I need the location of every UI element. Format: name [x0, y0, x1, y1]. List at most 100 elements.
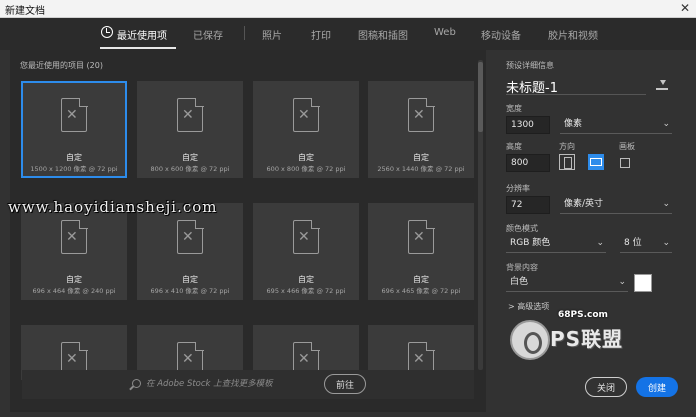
recent-item-size: 696 x 465 像素 @ 72 ppi	[381, 287, 461, 295]
pen-nib-icon: ✕	[66, 351, 78, 367]
chevron-down-icon: ⌄	[618, 277, 626, 287]
width-label: 宽度	[506, 104, 522, 113]
artboard-checkbox[interactable]	[620, 158, 630, 168]
tab-separator	[244, 26, 245, 40]
pen-nib-icon: ✕	[298, 107, 310, 123]
document-icon: ✕	[61, 219, 88, 254]
document-icon: ✕	[293, 219, 320, 254]
preset-details-header: 预设详细信息	[506, 61, 554, 70]
active-tab-indicator	[100, 47, 176, 49]
document-icon: ✕	[61, 97, 88, 132]
tab-web[interactable]: Web	[434, 27, 456, 38]
portrait-orientation-icon[interactable]	[559, 154, 575, 170]
recent-item-name: 自定	[413, 153, 429, 162]
bit-depth-value: 8 位	[624, 238, 642, 248]
recent-item-size: 2560 x 1440 像素 @ 72 ppi	[377, 165, 465, 173]
color-mode-select[interactable]: RGB 颜色 ⌄	[506, 235, 606, 253]
logo-name-text: PS联盟	[550, 327, 624, 351]
document-icon: ✕	[293, 97, 320, 132]
resolution-label: 分辨率	[506, 184, 530, 193]
pen-nib-icon: ✕	[298, 351, 310, 367]
chevron-down-icon: ⌄	[596, 238, 604, 248]
category-tabs: 最近使用项 已保存 照片 打印 图稿和插图 Web 移动设备 胶片和视频	[0, 18, 696, 50]
chevron-down-icon: ⌄	[662, 119, 670, 129]
width-unit-select[interactable]: 像素 ⌄	[560, 116, 672, 134]
save-preset-icon[interactable]	[656, 80, 668, 90]
recent-item-card[interactable]: ✕ 自定 696 x 465 像素 @ 72 ppi	[368, 203, 474, 300]
tab-saved[interactable]: 已保存	[193, 27, 223, 42]
color-mode-value: RGB 颜色	[510, 238, 551, 248]
background-color-swatch[interactable]	[634, 274, 652, 292]
recent-item-card[interactable]: ✕ 自定 696 x 410 像素 @ 72 ppi	[137, 203, 243, 300]
tab-mobile[interactable]: 移动设备	[481, 27, 521, 42]
recent-scrollbar-thumb[interactable]	[478, 62, 483, 132]
window-title: 新建文档	[5, 6, 45, 17]
close-icon[interactable]: ✕	[680, 1, 690, 15]
recent-item-card[interactable]: ✕ 自定 600 x 800 像素 @ 72 ppi	[253, 81, 359, 178]
recent-item-card[interactable]: ✕ 自定 695 x 466 像素 @ 72 ppi	[253, 203, 359, 300]
tab-photo[interactable]: 照片	[262, 27, 282, 42]
artboard-label: 画板	[619, 142, 635, 151]
pen-nib-icon: ✕	[413, 229, 425, 245]
stock-search-input[interactable]	[146, 376, 326, 392]
recent-item-size: 600 x 800 像素 @ 72 ppi	[266, 165, 346, 173]
recent-item-name: 自定	[298, 153, 314, 162]
document-icon: ✕	[408, 97, 435, 132]
recent-item-name: 自定	[182, 275, 198, 284]
site-watermark: www.haoyidiansheji.com	[8, 198, 218, 216]
height-input[interactable]: 800	[506, 154, 550, 172]
recent-items-title: 您最近使用的项目	[20, 61, 84, 70]
document-name-underline	[506, 94, 646, 95]
recent-items-grid: ✕ 自定 1500 x 1200 像素 @ 72 ppi ✕ 自定 800 x 600 像…	[21, 81, 474, 380]
recent-item-name: 自定	[66, 275, 82, 284]
recent-item-card[interactable]: ✕ 自定 2560 x 1440 像素 @ 72 ppi	[368, 81, 474, 178]
recent-item-card[interactable]: ✕ 自定 696 x 464 像素 @ 240 ppi	[21, 203, 127, 300]
go-button[interactable]: 前往	[324, 374, 366, 394]
color-mode-label: 颜色模式	[506, 224, 538, 233]
orientation-label: 方向	[559, 142, 575, 151]
height-label: 高度	[506, 142, 522, 151]
background-select[interactable]: 白色 ⌄	[506, 274, 628, 292]
stock-search-bar: 前往	[22, 370, 474, 399]
resolution-input[interactable]: 72	[506, 196, 550, 214]
pen-nib-icon: ✕	[66, 107, 78, 123]
tab-film-video[interactable]: 胶片和视频	[548, 27, 598, 42]
document-icon: ✕	[177, 97, 204, 132]
chevron-down-icon: ⌄	[662, 238, 670, 248]
tab-print[interactable]: 打印	[311, 27, 331, 42]
logo-badge-icon	[510, 320, 550, 360]
search-icon	[132, 379, 141, 388]
chevron-down-icon: ⌄	[662, 199, 670, 209]
document-icon: ✕	[177, 219, 204, 254]
recent-item-size: 695 x 466 像素 @ 72 ppi	[266, 287, 346, 295]
recent-item-name: 自定	[298, 275, 314, 284]
recent-item-card[interactable]: ✕ 自定 1500 x 1200 像素 @ 72 ppi	[21, 81, 127, 178]
pen-nib-icon: ✕	[298, 229, 310, 245]
document-icon: ✕	[408, 219, 435, 254]
pen-nib-icon: ✕	[182, 229, 194, 245]
pen-nib-icon: ✕	[182, 351, 194, 367]
tab-recent[interactable]: 最近使用项	[117, 27, 167, 42]
tab-art-illustration[interactable]: 图稿和插图	[358, 27, 408, 42]
recent-items-header: 您最近使用的项目 (20)	[20, 60, 103, 71]
bit-depth-select[interactable]: 8 位 ⌄	[620, 235, 672, 253]
window-titlebar: 新建文档 ✕	[0, 0, 696, 18]
resolution-unit-select[interactable]: 像素/英寸 ⌄	[560, 196, 672, 214]
create-button[interactable]: 创建	[636, 377, 678, 397]
pen-nib-icon: ✕	[413, 107, 425, 123]
width-unit-value: 像素	[564, 119, 583, 129]
landscape-orientation-icon[interactable]	[588, 154, 604, 170]
logo-site-text: 68PS.com	[558, 310, 608, 320]
recent-item-name: 自定	[66, 153, 82, 162]
close-button[interactable]: 关闭	[585, 377, 627, 397]
pen-nib-icon: ✕	[66, 229, 78, 245]
recent-items-panel: 您最近使用的项目 (20) ✕ 自定 1500 x 1200 像素 @ 72 ppi…	[10, 50, 486, 412]
pen-nib-icon: ✕	[413, 351, 425, 367]
resolution-unit-value: 像素/英寸	[564, 199, 604, 209]
recent-item-size: 696 x 464 像素 @ 240 ppi	[32, 287, 116, 295]
width-input[interactable]: 1300	[506, 116, 550, 134]
recent-item-card[interactable]: ✕ 自定 800 x 600 像素 @ 72 ppi	[137, 81, 243, 178]
recent-item-size: 696 x 410 像素 @ 72 ppi	[150, 287, 230, 295]
pen-nib-icon: ✕	[182, 107, 194, 123]
recent-items-count: (20)	[86, 61, 103, 70]
